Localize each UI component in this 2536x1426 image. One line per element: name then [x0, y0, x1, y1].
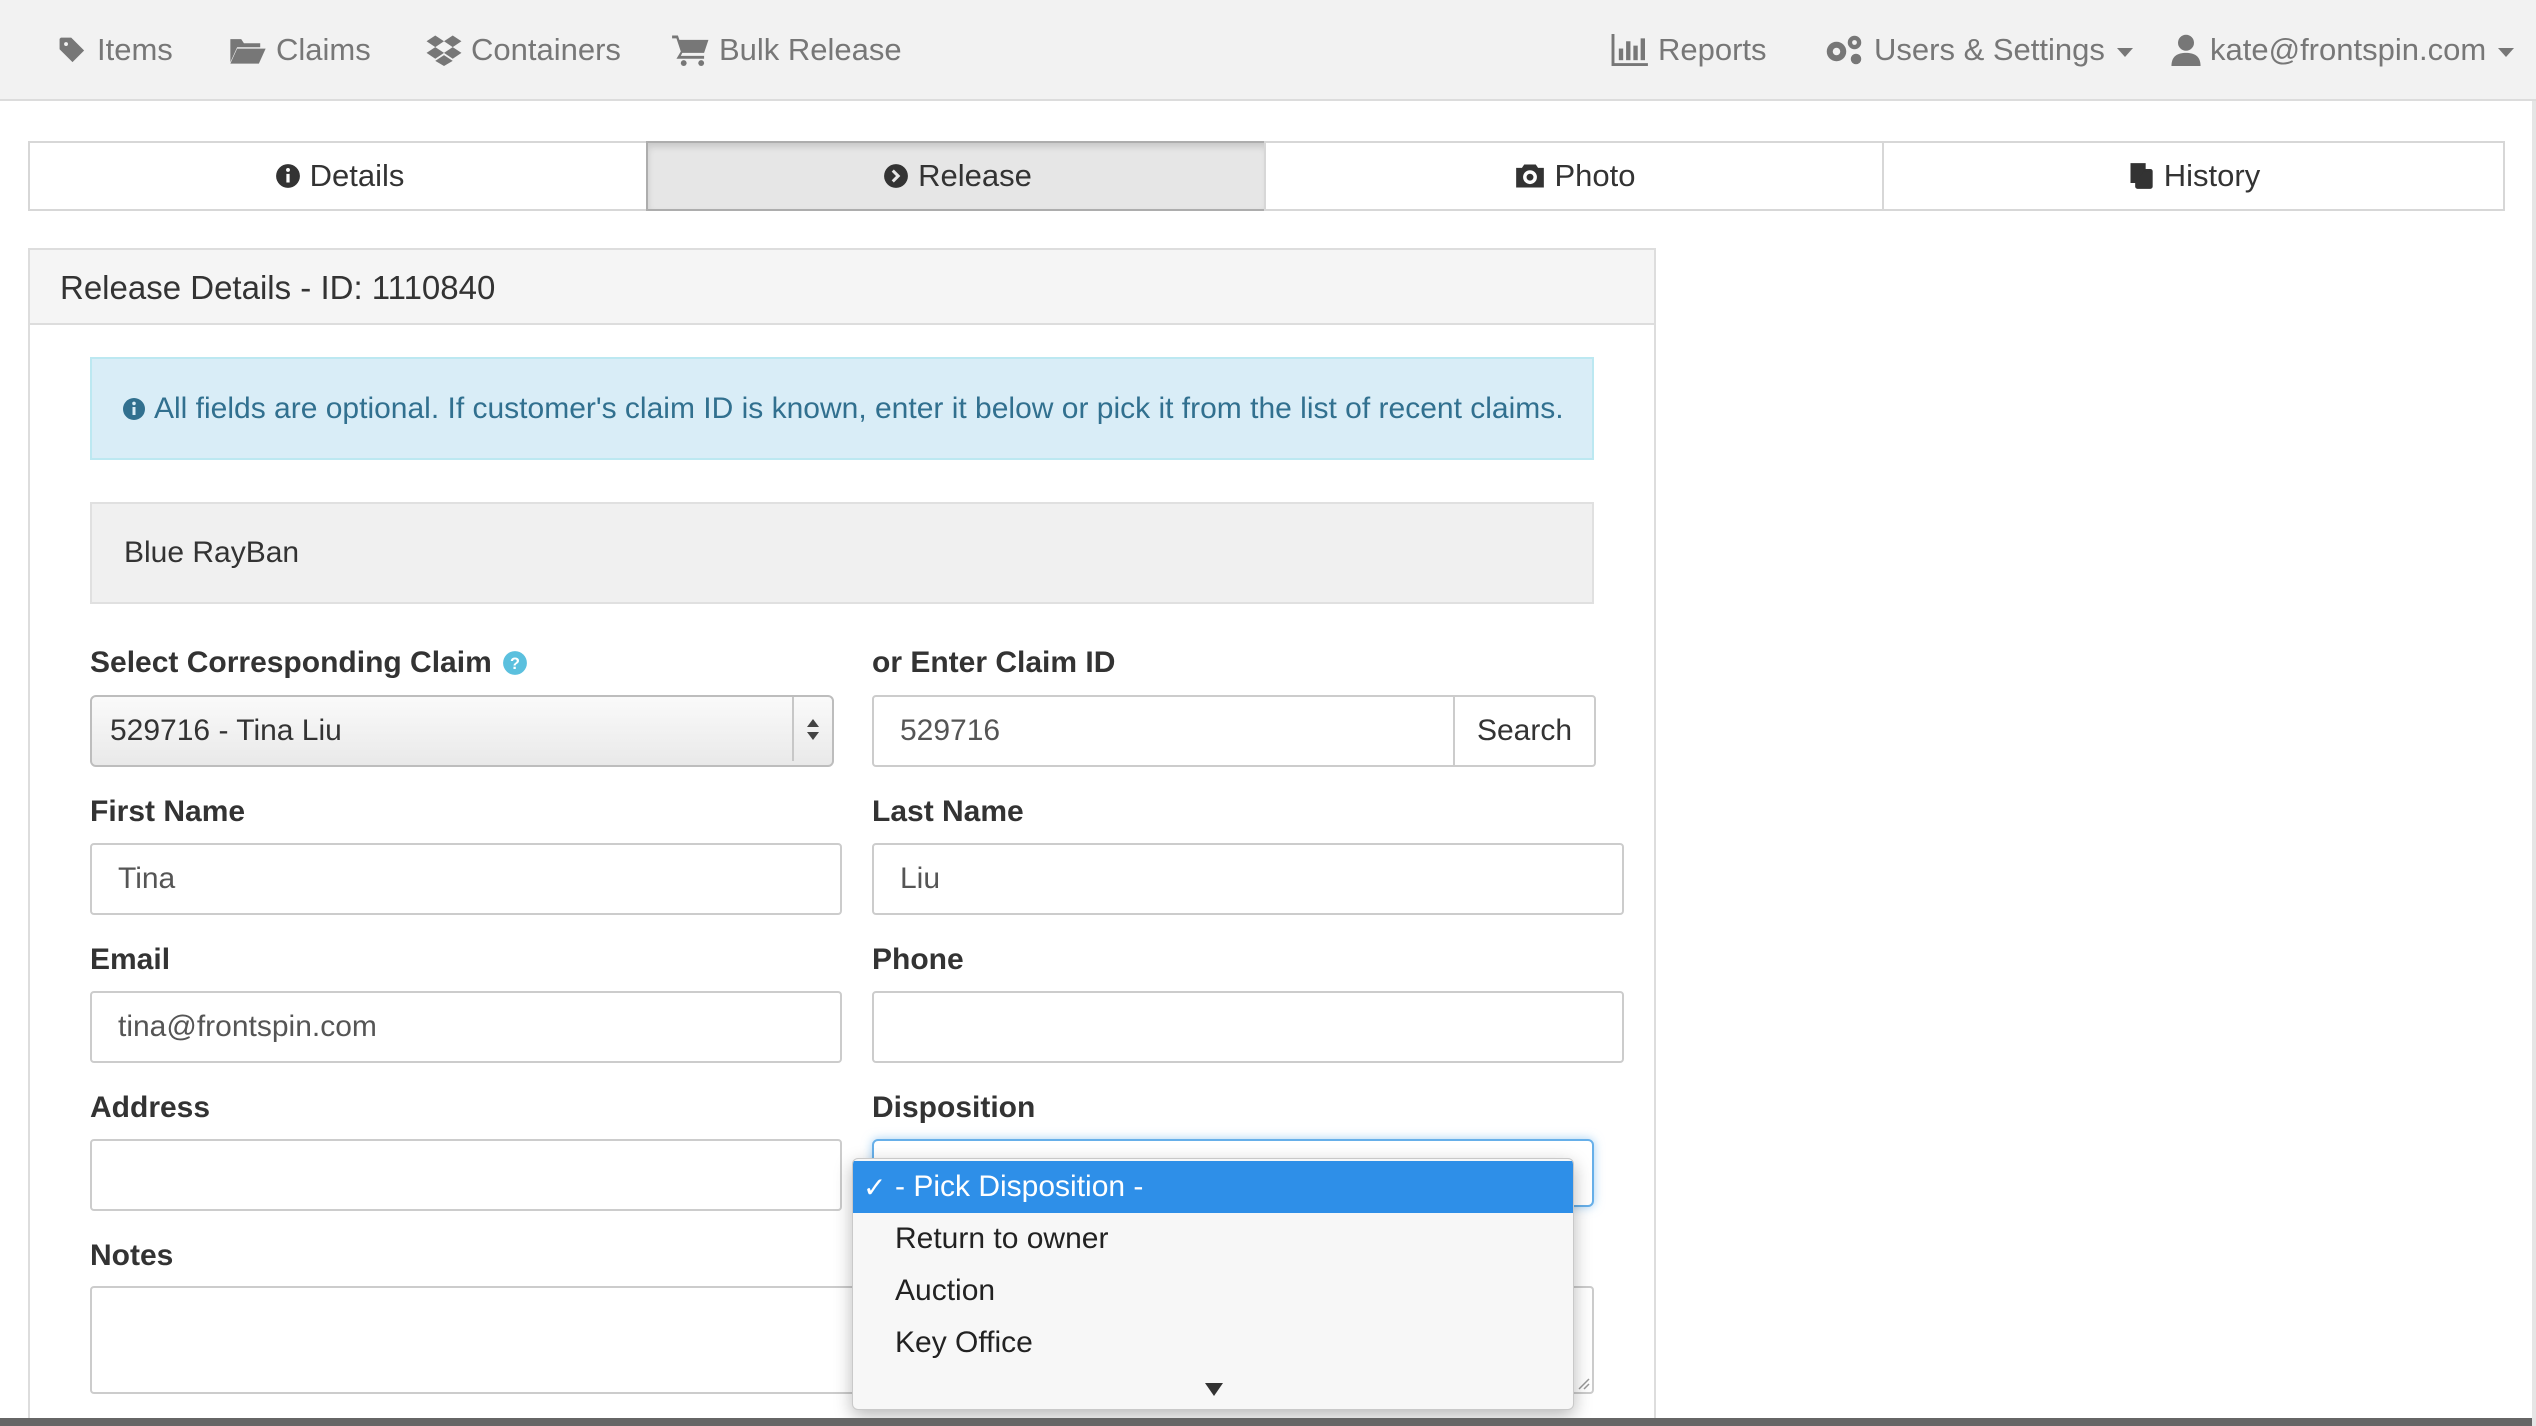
nav-reports-label: Reports — [1658, 32, 1767, 67]
caret-down-icon — [2498, 47, 2515, 57]
last-name-label: Last Name — [872, 795, 1024, 828]
last-name-value: Liu — [900, 862, 941, 895]
disposition-option[interactable]: Return to owner — [853, 1213, 1573, 1265]
disposition-option-label: Auction — [895, 1274, 996, 1307]
nav-claims[interactable]: Claims — [229, 0, 371, 100]
first-name-value: Tina — [118, 862, 176, 895]
disposition-option-label: Key Office — [895, 1326, 1033, 1359]
claim-select-value: 529716 - Tina Liu — [110, 714, 342, 747]
disposition-option-label: Return to owner — [895, 1222, 1109, 1255]
camera-icon — [1516, 164, 1545, 188]
scroll-down-arrow-icon[interactable] — [1205, 1383, 1223, 1396]
search-button[interactable]: Search — [1453, 695, 1596, 767]
chevron-circle-right-icon — [884, 164, 909, 188]
tab-release[interactable]: Release — [646, 141, 1269, 211]
caret-down-icon — [2116, 47, 2133, 57]
nav-items-label: Items — [97, 32, 173, 67]
disposition-option[interactable]: Key Office — [853, 1317, 1573, 1369]
nav-containers[interactable]: Containers — [426, 0, 621, 100]
address-label: Address — [90, 1091, 211, 1124]
item-name-display: Blue RayBan — [90, 502, 1594, 604]
claim-id-label: or Enter Claim ID — [872, 646, 1116, 679]
svg-text:?: ? — [510, 655, 520, 673]
user-icon — [2171, 34, 2201, 66]
email-input[interactable]: tina@frontspin.com — [90, 991, 842, 1063]
tab-details[interactable]: Details — [28, 141, 651, 211]
copy-icon — [2130, 163, 2153, 189]
phone-input[interactable] — [872, 991, 1624, 1063]
question-circle-icon[interactable]: ? — [502, 650, 528, 676]
nav-claims-label: Claims — [276, 32, 371, 67]
folder-open-icon — [230, 39, 266, 64]
disposition-option[interactable]: Auction — [853, 1265, 1573, 1317]
tab-details-label: Details — [309, 158, 405, 193]
top-navbar — [0, 0, 2536, 101]
nav-account-label: kate@frontspin.com — [2210, 32, 2487, 67]
info-alert: All fields are optional. If customer's c… — [90, 357, 1594, 460]
nav-account-menu[interactable]: kate@frontspin.com — [2171, 0, 2515, 100]
claim-id-value: 529716 — [900, 714, 1001, 747]
email-value: tina@frontspin.com — [118, 1010, 377, 1043]
email-label: Email — [90, 943, 171, 976]
nav-bulk-release-label: Bulk Release — [719, 32, 902, 67]
tag-icon — [59, 37, 85, 62]
tab-photo-label: Photo — [1554, 158, 1636, 193]
phone-label: Phone — [872, 943, 964, 976]
claim-select[interactable]: 529716 - Tina Liu — [90, 695, 834, 767]
tab-release-label: Release — [918, 158, 1032, 193]
bottom-edge-strip — [0, 1418, 2532, 1426]
disposition-option-label: - Pick Disposition - — [895, 1170, 1144, 1203]
bar-chart-icon — [1611, 34, 1648, 66]
claim-select-label-wrap: Select Corresponding Claim ? — [90, 644, 528, 682]
disposition-option[interactable]: ✓ - Pick Disposition - — [853, 1161, 1573, 1213]
select-arrows-icon — [792, 697, 832, 761]
info-circle-icon — [275, 164, 300, 188]
claim-select-label: Select Corresponding Claim — [90, 646, 492, 679]
resize-handle-icon[interactable] — [1576, 1376, 1590, 1390]
notes-label: Notes — [90, 1239, 174, 1272]
nav-reports[interactable]: Reports — [1609, 0, 1767, 100]
tab-photo[interactable]: Photo — [1264, 141, 1887, 211]
dropbox-icon — [426, 35, 462, 66]
disposition-label: Disposition — [872, 1091, 1036, 1124]
info-circle-icon — [123, 397, 145, 420]
tab-history[interactable]: History — [1882, 141, 2505, 211]
nav-bulk-release[interactable]: Bulk Release — [672, 0, 902, 100]
address-input[interactable] — [90, 1139, 842, 1211]
nav-users-settings-label: Users & Settings — [1874, 32, 2105, 67]
checkmark-icon: ✓ — [863, 1171, 887, 1203]
first-name-label: First Name — [90, 795, 246, 828]
page-scrollbar[interactable] — [2532, 101, 2536, 1426]
info-alert-text: All fields are optional. If customer's c… — [154, 391, 1564, 425]
panel-title: Release Details - ID: 1110840 — [60, 268, 496, 306]
tab-history-label: History — [2163, 158, 2261, 193]
shopping-cart-icon — [672, 35, 709, 66]
nav-users-settings[interactable]: Users & Settings — [1823, 0, 2133, 100]
disposition-dropdown-menu: ✓ - Pick Disposition - Return to owner A… — [852, 1158, 1574, 1410]
gears-icon — [1826, 35, 1862, 65]
first-name-input[interactable]: Tina — [90, 843, 842, 915]
nav-containers-label: Containers — [471, 32, 621, 67]
nav-items[interactable]: Items — [57, 0, 173, 100]
last-name-input[interactable]: Liu — [872, 843, 1624, 915]
claim-id-input[interactable]: 529716 — [872, 695, 1485, 767]
